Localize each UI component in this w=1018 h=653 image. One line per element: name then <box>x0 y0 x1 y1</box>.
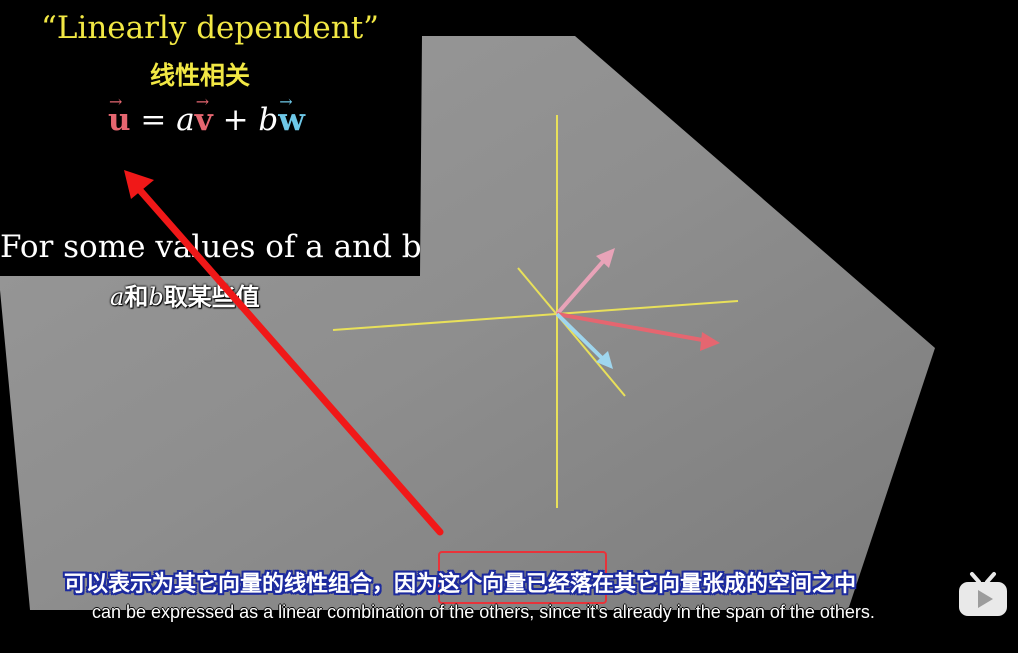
values-cn-end: 取某些值 <box>163 283 260 311</box>
values-cn-a: a <box>110 283 125 311</box>
video-frame[interactable]: “Linearly dependent” 线性相关 → u = a → v + b → w… <box>0 0 1018 653</box>
bilibili-tv-icon <box>959 572 1007 616</box>
vector-arrow-accent: → <box>195 92 210 111</box>
linear-combination-equation: → u = a → v + b → w <box>108 92 305 142</box>
subtitle-chinese: 可以表示为其它向量的线性组合，因为这个向量已经落在其它向量张成的空间之中 <box>64 572 857 597</box>
values-cn-mid: 和 <box>124 283 149 311</box>
definition-title-cn: 线性相关 <box>149 61 250 90</box>
values-caption: For some values of a and b <box>0 229 422 265</box>
vector-v-symbol: → v <box>194 92 213 138</box>
values-caption-cn: a和b取某些值 <box>110 277 260 312</box>
coefficient-a: a <box>176 102 195 138</box>
equals-sign: = <box>130 102 177 138</box>
values-cn-b: b <box>148 283 164 311</box>
coefficient-b: b <box>258 102 279 138</box>
vector-arrow-accent: → <box>109 92 123 111</box>
vector-u-symbol: → u <box>108 92 131 138</box>
vector-w-symbol: → w <box>278 92 305 138</box>
definition-title: “Linearly dependent” <box>40 10 380 46</box>
subtitle-english: can be expressed as a linear combination… <box>92 602 875 622</box>
vector-arrow-accent: → <box>279 92 293 111</box>
plus-sign: + <box>212 102 259 138</box>
